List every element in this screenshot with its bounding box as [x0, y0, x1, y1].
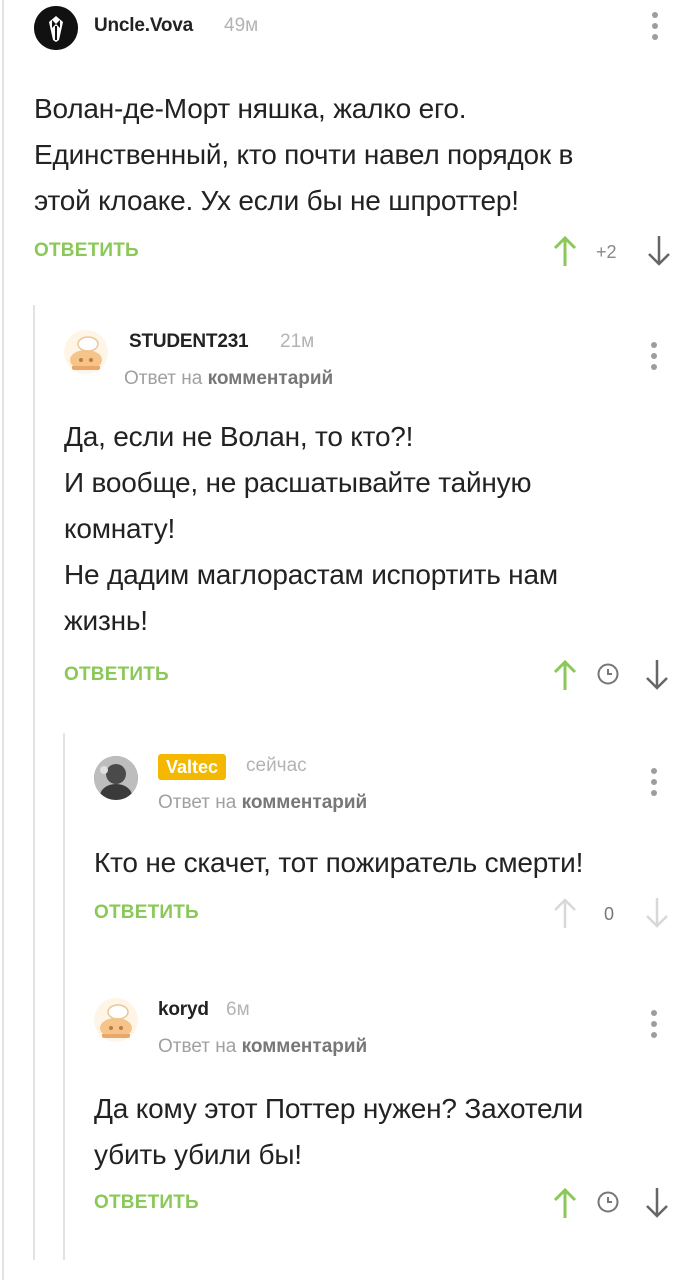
comment-body: Да кому этот Поттер нужен? Захотели убит… [94, 1093, 584, 1170]
comment-uncle-vova: Uncle.Vova 49м Волан-де-Морт няшка, жалк… [34, 6, 674, 276]
author-name[interactable]: STUDENT231 [129, 331, 249, 353]
downvote-icon[interactable] [644, 658, 670, 697]
reply-to-link[interactable]: Ответ на комментарий [124, 368, 333, 390]
comment-student231: STUDENT231 21м Ответ на комментарий Да, … [64, 322, 674, 702]
comment-koryd: koryd 6м Ответ на комментарий Да кому эт… [94, 990, 674, 1230]
comment-body: Волан-де-Морт няшка, жалко его. Единстве… [34, 93, 574, 216]
user-photo-avatar-icon[interactable] [94, 756, 138, 800]
reply-to-prefix: Ответ на [124, 368, 203, 389]
vote-score: +2 [596, 242, 617, 262]
upvote-icon[interactable] [552, 1186, 578, 1225]
comment-header: STUDENT231 21м Ответ на комментарий [64, 322, 674, 389]
upvote-icon[interactable] [552, 658, 578, 697]
comment-actions: ОТВЕТИТЬ [64, 658, 674, 698]
comment-valtec: Valtec сейчас Ответ на комментарий Кто н… [94, 746, 674, 946]
reply-button[interactable]: ОТВЕТИТЬ [64, 664, 169, 686]
thread-line-level-2 [33, 305, 35, 1260]
author-name[interactable]: Uncle.Vova [94, 15, 193, 37]
reply-to-prefix: Ответ на [158, 1036, 237, 1057]
chef-avatar-icon[interactable] [94, 998, 138, 1042]
more-options-icon[interactable] [650, 768, 658, 796]
upvote-icon[interactable] [552, 896, 578, 935]
thread-line-level-1 [2, 0, 4, 1280]
comment-actions: ОТВЕТИТЬ 0 [94, 896, 674, 936]
downvote-icon[interactable] [644, 896, 670, 935]
comment-header: Valtec сейчас Ответ на комментарий [94, 746, 674, 813]
more-options-icon[interactable] [650, 1010, 658, 1038]
thread-line-level-3 [63, 733, 65, 1260]
comment-header: koryd 6м Ответ на комментарий [94, 990, 674, 1057]
comment-body: Кто не скачет, тот пожиратель смерти! [94, 847, 584, 878]
tuxedo-avatar-icon[interactable] [34, 6, 78, 50]
comment-time: сейчас [246, 755, 307, 776]
upvote-icon[interactable] [552, 234, 578, 273]
reply-button[interactable]: ОТВЕТИТЬ [94, 902, 199, 924]
author-name[interactable]: koryd [158, 999, 209, 1021]
comment-body: Да, если не Волан, то кто?! И вообще, не… [64, 421, 558, 636]
reply-button[interactable]: ОТВЕТИТЬ [94, 1192, 199, 1214]
more-options-icon[interactable] [651, 12, 659, 40]
downvote-icon[interactable] [646, 234, 672, 273]
chef-avatar-icon[interactable] [64, 330, 108, 374]
reply-to-prefix: Ответ на [158, 792, 237, 813]
more-options-icon[interactable] [650, 342, 658, 370]
reply-to-target[interactable]: комментарий [242, 1036, 368, 1057]
reply-to-target[interactable]: комментарий [208, 368, 334, 389]
comment-time: 49м [224, 15, 259, 36]
comment-time: 21м [280, 331, 315, 352]
comment-header: Uncle.Vova 49м [34, 6, 674, 62]
vote-score: 0 [604, 904, 615, 924]
clock-icon[interactable] [596, 1190, 620, 1219]
reply-to-target[interactable]: комментарий [242, 792, 368, 813]
reply-to-link[interactable]: Ответ на комментарий [158, 1036, 367, 1058]
clock-icon[interactable] [596, 662, 620, 691]
downvote-icon[interactable] [644, 1186, 670, 1225]
reply-button[interactable]: ОТВЕТИТЬ [34, 240, 139, 262]
reply-to-link[interactable]: Ответ на комментарий [158, 792, 367, 814]
comment-time: 6м [226, 999, 250, 1020]
comment-actions: ОТВЕТИТЬ [94, 1186, 674, 1226]
comment-actions: ОТВЕТИТЬ +2 [34, 234, 674, 274]
author-badge[interactable]: Valtec [158, 754, 227, 780]
